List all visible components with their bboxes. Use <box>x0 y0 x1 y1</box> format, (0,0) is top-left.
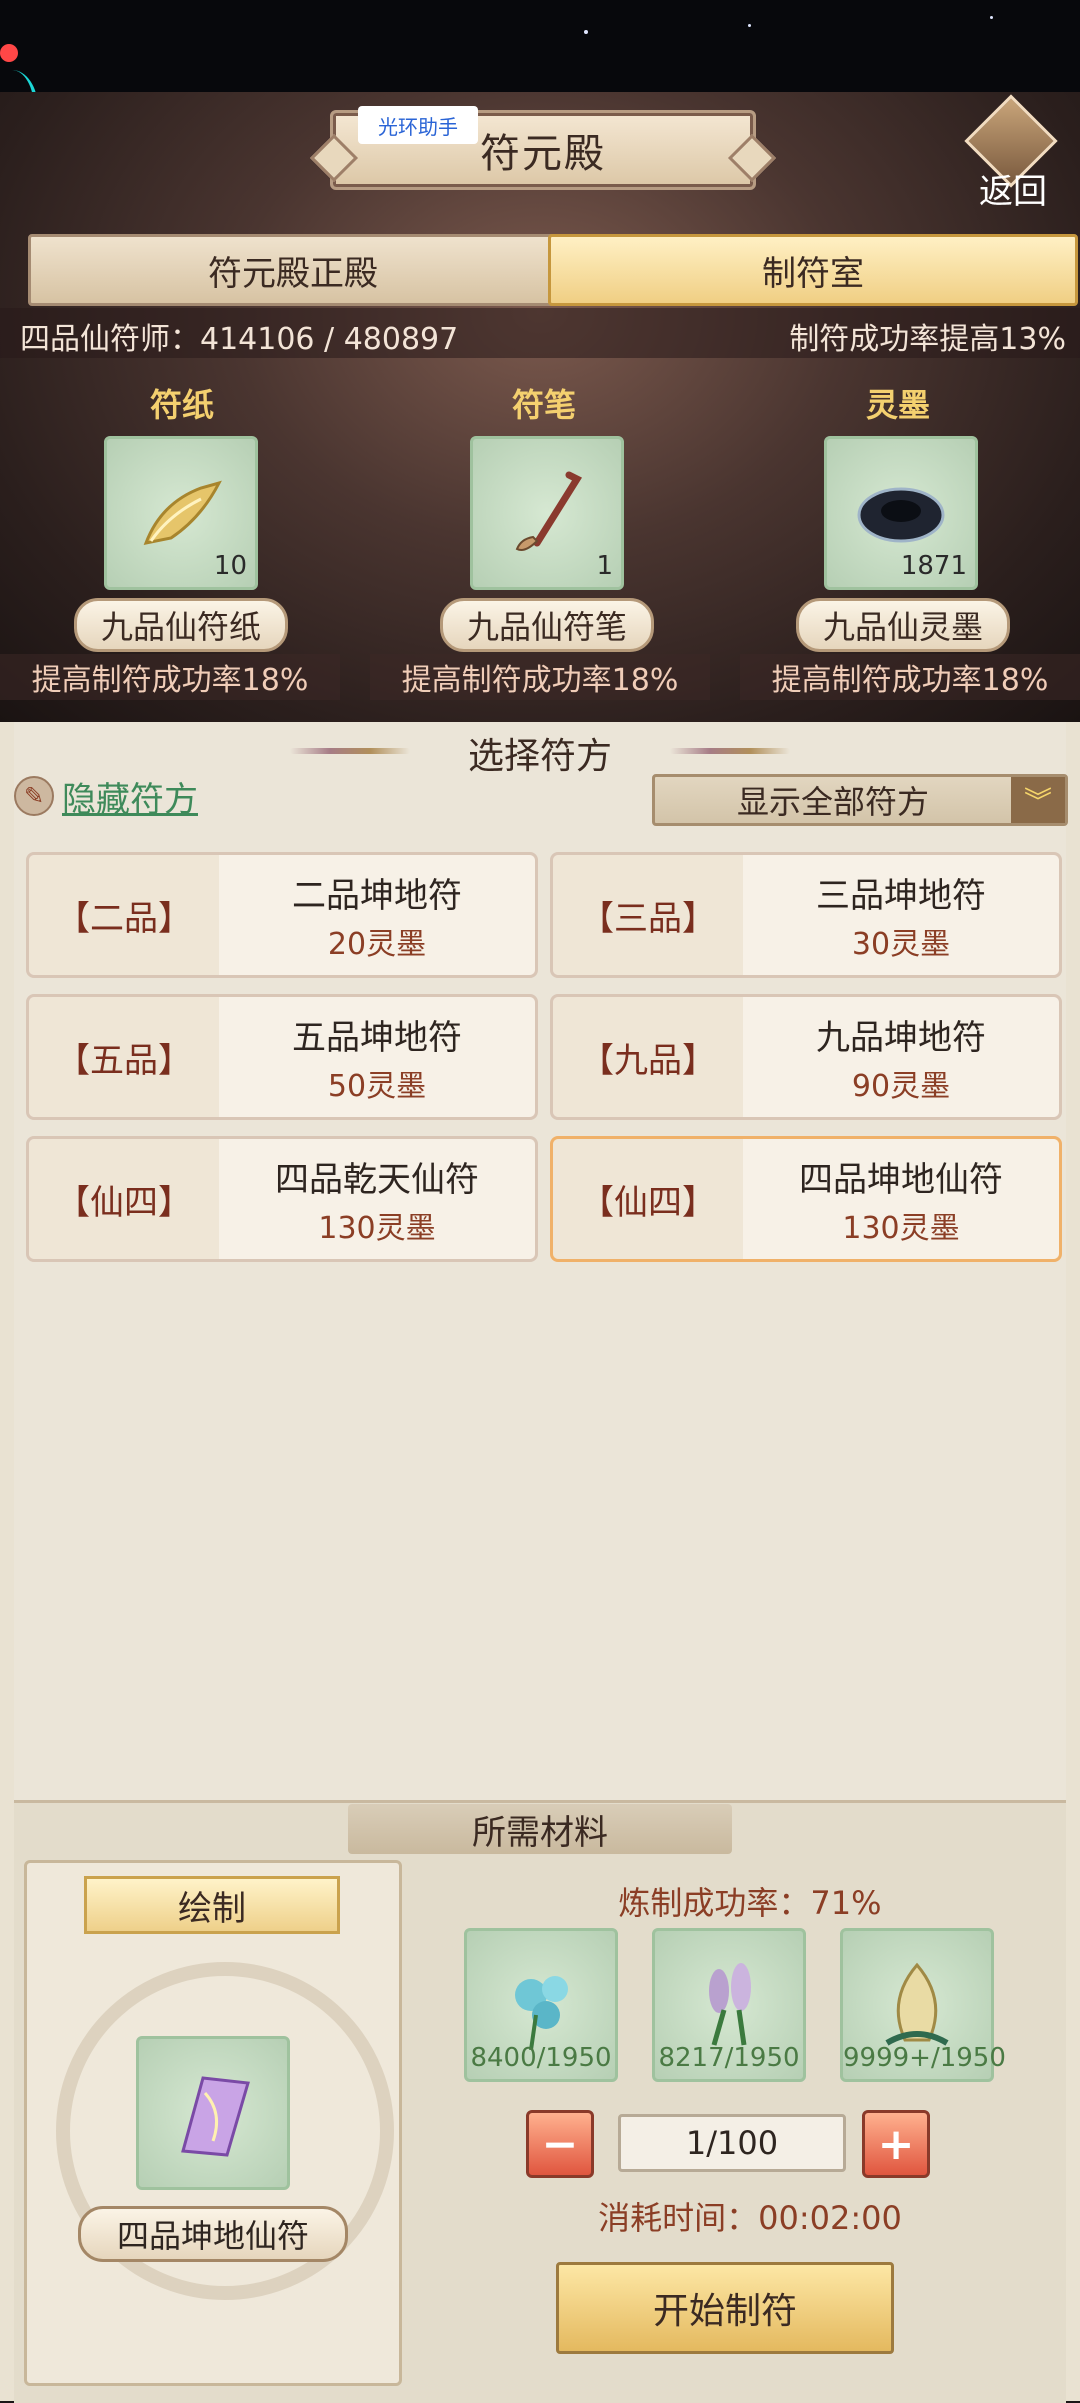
hide-recipes-label: 隐藏符方 <box>62 779 198 820</box>
minus-icon: − <box>541 2118 579 2170</box>
material-count: 9999+/1950 <box>843 2043 1006 2073</box>
draw-item-name: 四品坤地仙符 <box>116 2217 309 2255</box>
recipe-card[interactable]: 【五品】 五品坤地符 50灵墨 <box>26 994 538 1120</box>
materials-header: 所需材料 <box>348 1804 732 1854</box>
recipe-grade: 【九品】 <box>553 997 743 1117</box>
chevron-down-icon: ︾ <box>1011 777 1065 823</box>
quantity-display[interactable]: 1/100 <box>618 2114 846 2172</box>
page-title: 符元殿 <box>480 131 606 177</box>
purple-flower-icon <box>709 1963 751 2046</box>
recipe-cost: 30灵墨 <box>851 926 951 962</box>
tool-count: 10 <box>213 551 247 581</box>
recipe-name: 九品坤地符 <box>816 1017 986 1058</box>
draw-item-slot[interactable] <box>136 2036 290 2190</box>
success-rate-line: 炼制成功率：71% <box>500 1878 1000 1924</box>
recipe-info: 二品坤地符 20灵墨 <box>219 855 535 975</box>
recipe-card[interactable]: 【仙四】 四品乾天仙符 130灵墨 <box>26 1136 538 1262</box>
tool-bonus-ink: 提高制符成功率18% <box>740 654 1080 700</box>
feather-icon: ✎ <box>14 776 54 816</box>
back-label: 返回 <box>979 172 1047 212</box>
recipe-grade: 【仙四】 <box>29 1139 219 1259</box>
material-slot[interactable]: 8400/1950 <box>464 1928 618 2082</box>
recipe-name: 二品坤地符 <box>292 875 462 916</box>
filter-label: 显示全部符方 <box>736 783 929 821</box>
increase-button[interactable]: + <box>862 2110 930 2178</box>
recipe-name: 四品坤地仙符 <box>799 1159 1003 1200</box>
recipe-cost: 90灵墨 <box>851 1068 951 1104</box>
recipe-grade: 【二品】 <box>29 855 219 975</box>
recipe-card-selected[interactable]: 【仙四】 四品坤地仙符 130灵墨 <box>550 1136 1062 1262</box>
helper-badge[interactable]: 光环助手 <box>358 106 478 144</box>
plus-icon: + <box>877 2118 915 2170</box>
tool-header-brush: 符笔 <box>511 386 576 424</box>
brush-icon <box>515 471 583 551</box>
talisman-icon <box>181 2076 250 2157</box>
draw-item-name-plate: 四品坤地仙符 <box>78 2206 348 2262</box>
recipe-name: 三品坤地符 <box>816 875 986 916</box>
recipe-info: 三品坤地符 30灵墨 <box>743 855 1059 975</box>
recipe-grade: 【仙四】 <box>553 1139 743 1259</box>
start-crafting-label: 开始制符 <box>652 2291 797 2332</box>
recipe-cost: 50灵墨 <box>327 1068 427 1104</box>
recipe-cost: 130灵墨 <box>842 1210 960 1246</box>
recipe-cost: 130灵墨 <box>318 1210 436 1246</box>
record-indicator-icon <box>0 44 18 62</box>
quantity-stepper: − 1/100 + <box>526 2110 932 2178</box>
star-icon <box>748 24 751 27</box>
success-rate: 炼制成功率：71% <box>618 1884 882 1922</box>
tool-slot-brush[interactable]: 1 <box>470 436 624 590</box>
materials-title: 所需材料 <box>472 1812 608 1853</box>
recipe-filter-dropdown[interactable]: 显示全部符方 ︾ <box>652 774 1068 826</box>
material-slot[interactable]: 9999+/1950 <box>840 1928 1006 2082</box>
draw-label-plate: 绘制 <box>84 1876 340 1934</box>
back-button[interactable]: 返回 <box>958 94 1068 212</box>
tool-count: 1871 <box>900 551 967 581</box>
tool-header-ink: 灵墨 <box>865 386 930 424</box>
recipe-card[interactable]: 【三品】 三品坤地符 30灵墨 <box>550 852 1062 978</box>
tool-name-paper: 九品仙符纸 <box>74 598 288 652</box>
recipe-info: 四品坤地仙符 130灵墨 <box>743 1139 1059 1259</box>
tool-header-paper: 符纸 <box>149 386 214 424</box>
ink-stone-icon <box>857 487 945 543</box>
rank-bar: 四品仙符师：414106 / 480897 制符成功率提高13% <box>0 308 1080 358</box>
material-slot[interactable]: 8217/1950 <box>652 1928 806 2082</box>
select-recipe-title: 选择符方 <box>467 736 612 777</box>
tab-crafting-room[interactable]: 制符室 <box>548 234 1078 306</box>
recipe-grade: 【五品】 <box>29 997 219 1117</box>
golden-bud-icon <box>885 1962 949 2046</box>
status-bar <box>0 0 1080 92</box>
tool-slot-paper[interactable]: 10 <box>104 436 258 590</box>
recipe-card[interactable]: 【二品】 二品坤地符 20灵墨 <box>26 852 538 978</box>
tool-bonus-brush: 提高制符成功率18% <box>370 654 710 700</box>
blue-flower-icon <box>515 1976 568 2051</box>
tool-slot-ink[interactable]: 1871 <box>824 436 978 590</box>
scroll-paper-icon <box>143 480 222 546</box>
hide-recipes-toggle[interactable]: ✎ 隐藏符方 <box>14 772 198 820</box>
material-count: 8400/1950 <box>470 2043 612 2073</box>
decrease-button[interactable]: − <box>526 2110 594 2178</box>
recipe-info: 五品坤地符 50灵墨 <box>219 997 535 1117</box>
star-icon <box>584 30 588 34</box>
recipe-name: 五品坤地符 <box>292 1017 462 1058</box>
draw-label: 绘制 <box>178 1888 246 1929</box>
tool-name-brush: 九品仙符笔 <box>440 598 654 652</box>
recipe-info: 四品乾天仙符 130灵墨 <box>219 1139 535 1259</box>
rank-progress: 四品仙符师：414106 / 480897 <box>20 322 459 357</box>
star-icon <box>990 16 993 19</box>
time-cost-line: 消耗时间：00:02:00 <box>500 2192 1000 2240</box>
recipe-grade: 【三品】 <box>553 855 743 975</box>
tool-name-ink: 九品仙灵墨 <box>796 598 1010 652</box>
time-cost: 消耗时间：00:02:00 <box>598 2199 902 2237</box>
recipe-cost: 20灵墨 <box>327 926 427 962</box>
recipe-card[interactable]: 【九品】 九品坤地符 90灵墨 <box>550 994 1062 1120</box>
start-crafting-button[interactable]: 开始制符 <box>556 2262 894 2354</box>
tab-main-hall[interactable]: 符元殿正殿 <box>28 234 558 306</box>
recipe-name: 四品乾天仙符 <box>275 1159 479 1200</box>
tool-count: 1 <box>596 551 613 581</box>
tool-bonus-paper: 提高制符成功率18% <box>0 654 340 700</box>
material-count: 8217/1950 <box>658 2043 800 2073</box>
recipe-info: 九品坤地符 90灵墨 <box>743 997 1059 1117</box>
rank-rate-bonus: 制符成功率提高13% <box>789 322 1066 357</box>
